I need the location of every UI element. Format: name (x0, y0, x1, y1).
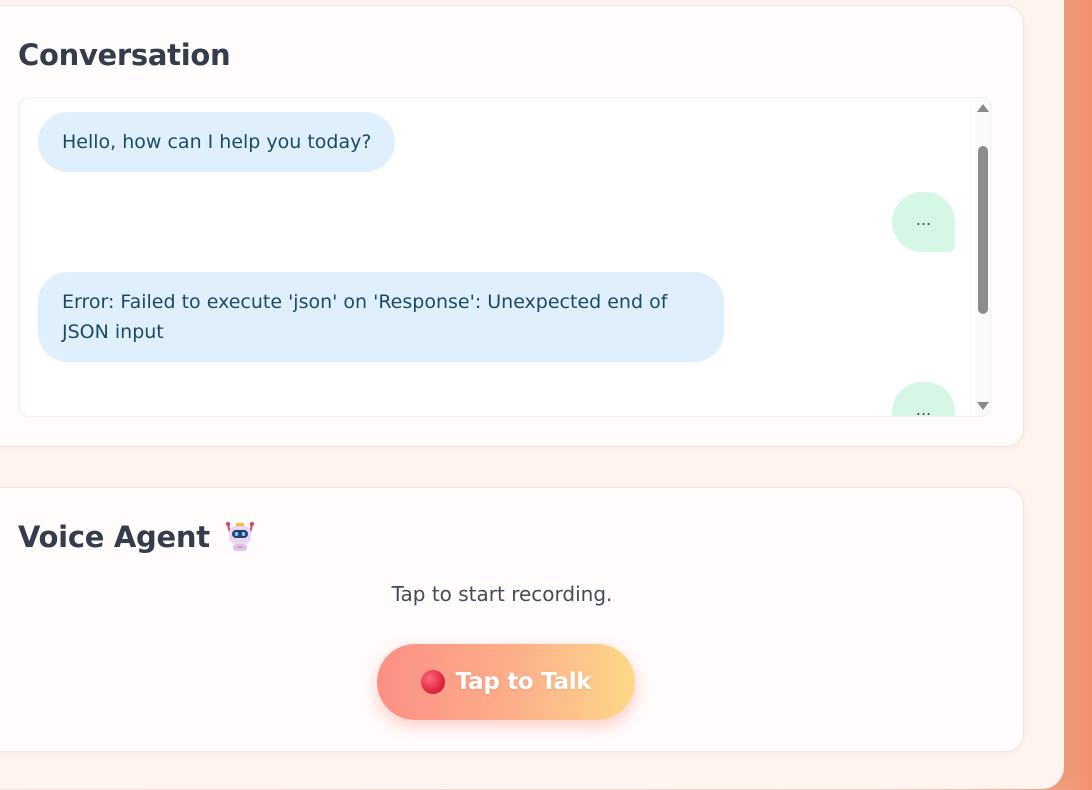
voice-agent-title: Voice Agent (18, 520, 256, 554)
user-message-bubble: ... (892, 192, 955, 252)
red-circle-icon (420, 670, 445, 694)
voice-agent-card: Voice Agent Tap to start recording. Tap … (0, 487, 1024, 752)
agent-message-bubble: Hello, how can I help you today? (38, 112, 396, 172)
conversation-title: Conversation (18, 38, 231, 72)
message-list[interactable]: Hello, how can I help you today? ... Err… (19, 97, 991, 417)
tap-to-talk-button[interactable]: Tap to Talk (377, 644, 635, 720)
agent-message-bubble: Error: Failed to execute 'json' on 'Resp… (38, 272, 724, 362)
message-list-scrollbar[interactable] (975, 98, 990, 416)
recording-status-text: Tap to start recording. (391, 582, 613, 606)
tap-to-talk-label: Tap to Talk (455, 669, 592, 695)
voice-agent-title-text: Voice Agent (18, 520, 210, 554)
scrollbar-thumb[interactable] (978, 146, 988, 314)
user-message-bubble: ... (892, 382, 955, 416)
message-list-viewport: Hello, how can I help you today? ... Err… (20, 98, 975, 416)
conversation-card: Conversation Hello, how can I help you t… (0, 5, 1024, 447)
robot-icon (224, 521, 256, 553)
scroll-down-arrow-icon[interactable] (977, 402, 989, 410)
scroll-up-arrow-icon[interactable] (977, 104, 989, 112)
